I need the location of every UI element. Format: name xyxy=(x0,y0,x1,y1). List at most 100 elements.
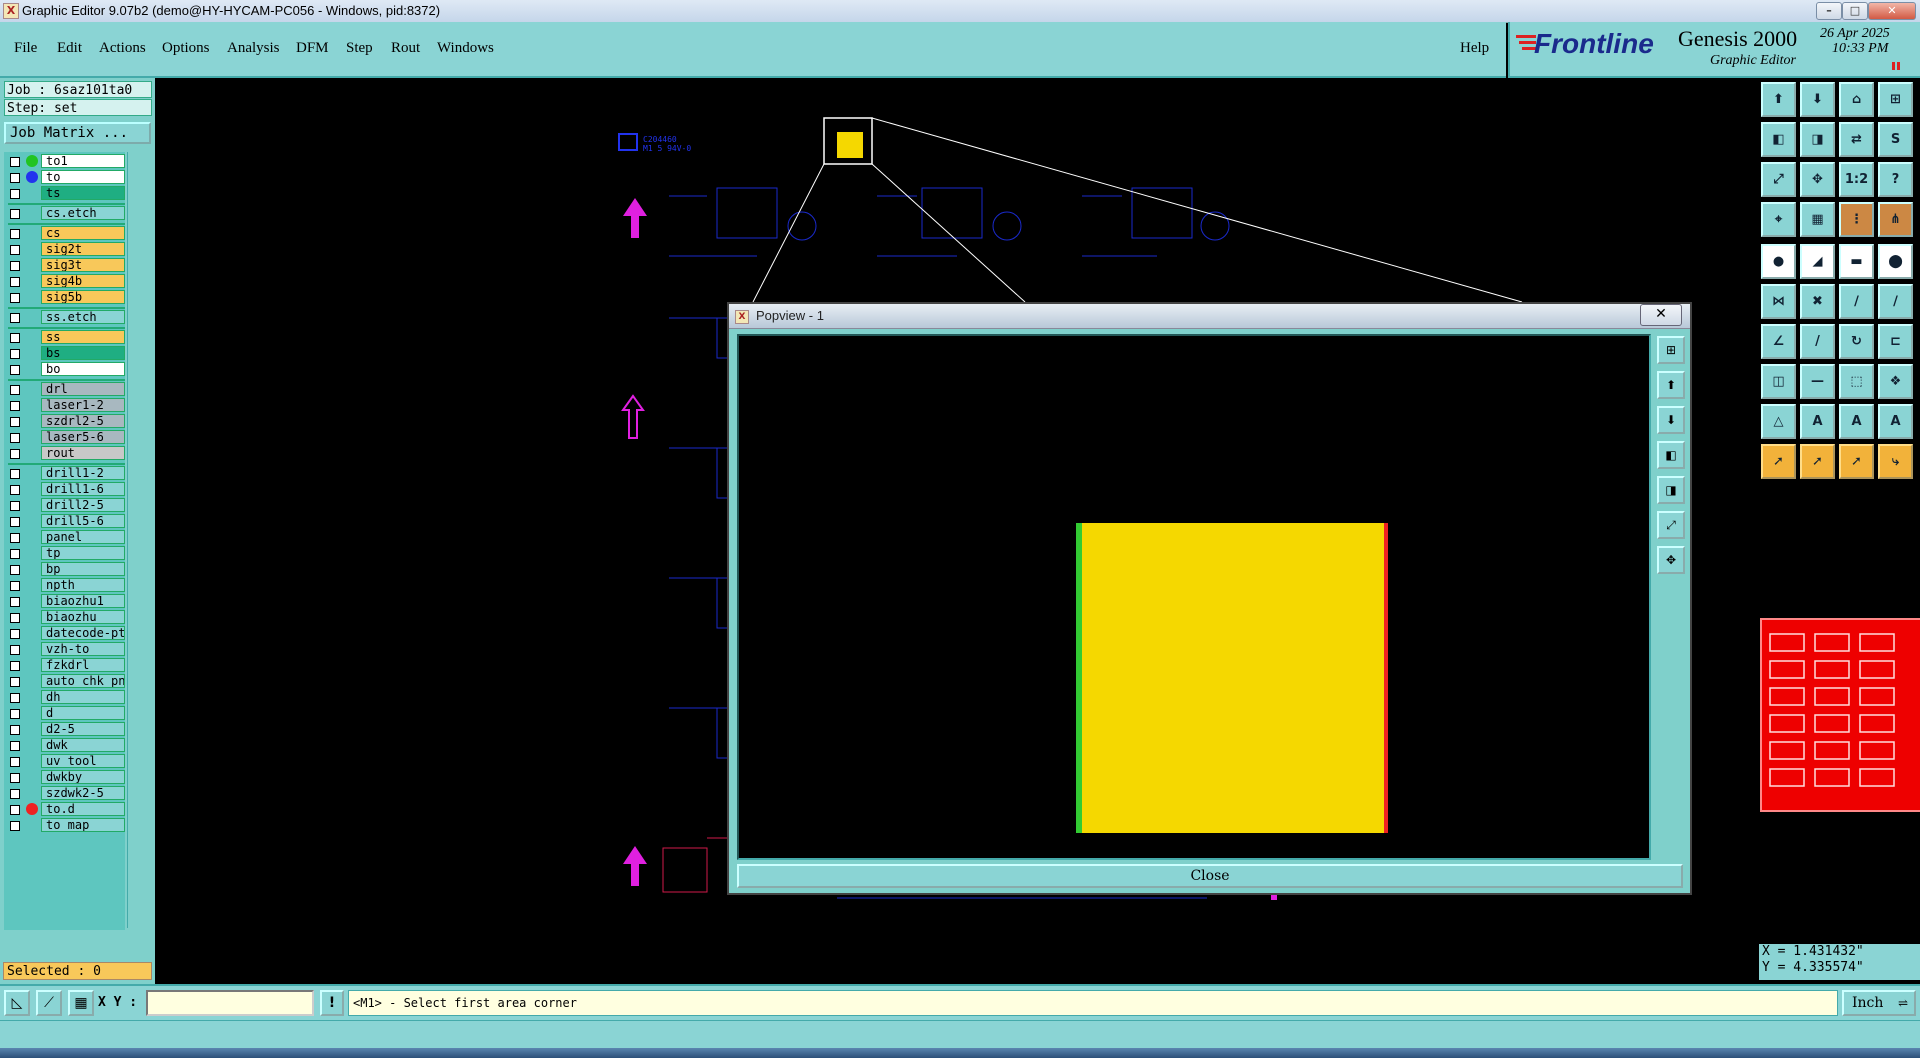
job-matrix-button[interactable]: Job Matrix ... xyxy=(4,122,151,144)
layer-checkbox[interactable] xyxy=(10,293,20,303)
menu-windows[interactable]: Windows xyxy=(437,40,494,57)
save-tool-icon[interactable]: ⬇ xyxy=(1800,82,1835,117)
layer-row[interactable]: uv_tool xyxy=(4,754,125,769)
menu-help[interactable]: Help xyxy=(1460,40,1489,57)
circle-tool-icon[interactable]: ⬤ xyxy=(1878,244,1913,279)
info-button[interactable]: ! xyxy=(320,990,344,1016)
layer-checkbox[interactable] xyxy=(10,189,20,199)
scale-1-2-icon[interactable]: 1:2 xyxy=(1839,162,1874,197)
layer-name[interactable]: bo xyxy=(41,362,125,376)
popview-left-icon[interactable]: ◧ xyxy=(1657,441,1685,469)
open-layer-tool-icon[interactable]: ⬆ xyxy=(1761,82,1796,117)
layer-name[interactable]: drl xyxy=(41,382,125,396)
layer-row[interactable]: sig5b xyxy=(4,290,125,305)
layer-checkbox[interactable] xyxy=(10,401,20,411)
layer-name[interactable]: drill2-5 xyxy=(41,498,125,512)
help-icon[interactable]: ? xyxy=(1878,162,1913,197)
layer-name[interactable]: ts xyxy=(41,186,125,200)
layer-row[interactable]: biaozhu xyxy=(4,610,125,625)
layer-checkbox[interactable] xyxy=(10,757,20,767)
layer-name[interactable]: to xyxy=(41,170,125,184)
layer-name[interactable]: uv_tool xyxy=(41,754,125,768)
layer-checkbox[interactable] xyxy=(10,277,20,287)
ruler-tool-icon[interactable]: ▬ xyxy=(1839,244,1874,279)
layer-checkbox[interactable] xyxy=(10,501,20,511)
popview-up-icon[interactable]: ⬆ xyxy=(1657,371,1685,399)
selected-pad[interactable] xyxy=(837,132,863,158)
layer-row[interactable]: to.d xyxy=(4,802,125,817)
layer-row[interactable]: tp xyxy=(4,546,125,561)
layer-row[interactable]: laser1-2 xyxy=(4,398,125,413)
menu-rout[interactable]: Rout xyxy=(391,40,420,57)
layer-checkbox[interactable] xyxy=(10,741,20,751)
link-tool-icon[interactable]: ∕ xyxy=(1839,284,1874,319)
unit-selector[interactable]: Inch ⇌ xyxy=(1842,990,1916,1016)
layer-list-scrollbar[interactable] xyxy=(127,152,154,928)
outline-tool-icon[interactable]: ⬚ xyxy=(1839,364,1874,399)
layer-row[interactable]: dwkby xyxy=(4,770,125,785)
layer-row[interactable]: to_map xyxy=(4,818,125,833)
layer-row[interactable]: biaozhu1 xyxy=(4,594,125,609)
layer-checkbox[interactable] xyxy=(10,613,20,623)
layer-name[interactable]: sig5b xyxy=(41,290,125,304)
arc-tool-icon[interactable]: ↻ xyxy=(1839,324,1874,359)
menu-file[interactable]: File xyxy=(14,40,37,57)
layer-checkbox[interactable] xyxy=(10,449,20,459)
layer-checkbox[interactable] xyxy=(10,349,20,359)
layer-row[interactable]: drl xyxy=(4,382,125,397)
layer-checkbox[interactable] xyxy=(10,725,20,735)
layer-row[interactable]: szdrl2-5 xyxy=(4,414,125,429)
layer-row[interactable]: laser5-6 xyxy=(4,430,125,445)
layer-checkbox[interactable] xyxy=(10,157,20,167)
layer-name[interactable]: bp xyxy=(41,562,125,576)
layer-row[interactable]: drill1-6 xyxy=(4,482,125,497)
layer-row[interactable]: sig4b xyxy=(4,274,125,289)
layer-row[interactable]: rout xyxy=(4,446,125,461)
layer-checkbox[interactable] xyxy=(10,629,20,639)
layer-checkbox[interactable] xyxy=(10,645,20,655)
layer-row[interactable]: drill5-6 xyxy=(4,514,125,529)
maximize-button[interactable]: □ xyxy=(1842,2,1868,20)
layer-name[interactable]: d xyxy=(41,706,125,720)
layer-checkbox[interactable] xyxy=(10,385,20,395)
layer-name[interactable]: drill1-6 xyxy=(41,482,125,496)
layer-name[interactable]: szdrl2-5 xyxy=(41,414,125,428)
layer-checkbox[interactable] xyxy=(10,565,20,575)
layer-checkbox[interactable] xyxy=(10,485,20,495)
menu-step[interactable]: Step xyxy=(346,40,373,57)
layer-name[interactable]: dh xyxy=(41,690,125,704)
layer-name[interactable]: sig4b xyxy=(41,274,125,288)
menu-analysis[interactable]: Analysis xyxy=(227,40,280,57)
zoom-center-icon[interactable]: ✥ xyxy=(1800,162,1835,197)
text-arc-tool-icon[interactable]: A xyxy=(1878,404,1913,439)
layer-checkbox[interactable] xyxy=(10,597,20,607)
split-view-icon[interactable]: ⊞ xyxy=(1878,82,1913,117)
snap-icon[interactable]: S xyxy=(1878,122,1913,157)
popview-close-button[interactable]: Close xyxy=(737,864,1683,888)
layer-row[interactable]: sig3t xyxy=(4,258,125,273)
layer-checkbox[interactable] xyxy=(10,709,20,719)
layer-name[interactable]: drill1-2 xyxy=(41,466,125,480)
menu-options[interactable]: Options xyxy=(162,40,210,57)
delete-tool-icon[interactable]: ✖ xyxy=(1800,284,1835,319)
layer-name[interactable]: datecode-pt xyxy=(41,626,125,640)
text-tool-icon[interactable]: A xyxy=(1800,404,1835,439)
layer-name[interactable]: d2-5 xyxy=(41,722,125,736)
select-area-icon[interactable]: ➚ xyxy=(1800,444,1835,479)
select-pointer-icon[interactable]: ➚ xyxy=(1761,444,1796,479)
triangle-tool-icon[interactable]: △ xyxy=(1761,404,1796,439)
layer-row[interactable]: bo xyxy=(4,362,125,377)
popview-fit-icon[interactable]: ⤢ xyxy=(1657,511,1685,539)
layer-name[interactable]: ss xyxy=(41,330,125,344)
select-net-icon[interactable]: ⤷ xyxy=(1878,444,1913,479)
layer-checkbox[interactable] xyxy=(10,313,20,323)
layer-row[interactable]: fzkdrl xyxy=(4,658,125,673)
layer-name[interactable]: auto_chk_pn xyxy=(41,674,125,688)
layer-name[interactable]: cs xyxy=(41,226,125,240)
layer-name[interactable]: vzh-to xyxy=(41,642,125,656)
snap-mode-icon[interactable]: ⟋ xyxy=(36,990,62,1016)
layer-row[interactable]: panel xyxy=(4,530,125,545)
layer-checkbox[interactable] xyxy=(10,209,20,219)
layer-checkbox[interactable] xyxy=(10,581,20,591)
layer-name[interactable]: to1 xyxy=(41,154,125,168)
